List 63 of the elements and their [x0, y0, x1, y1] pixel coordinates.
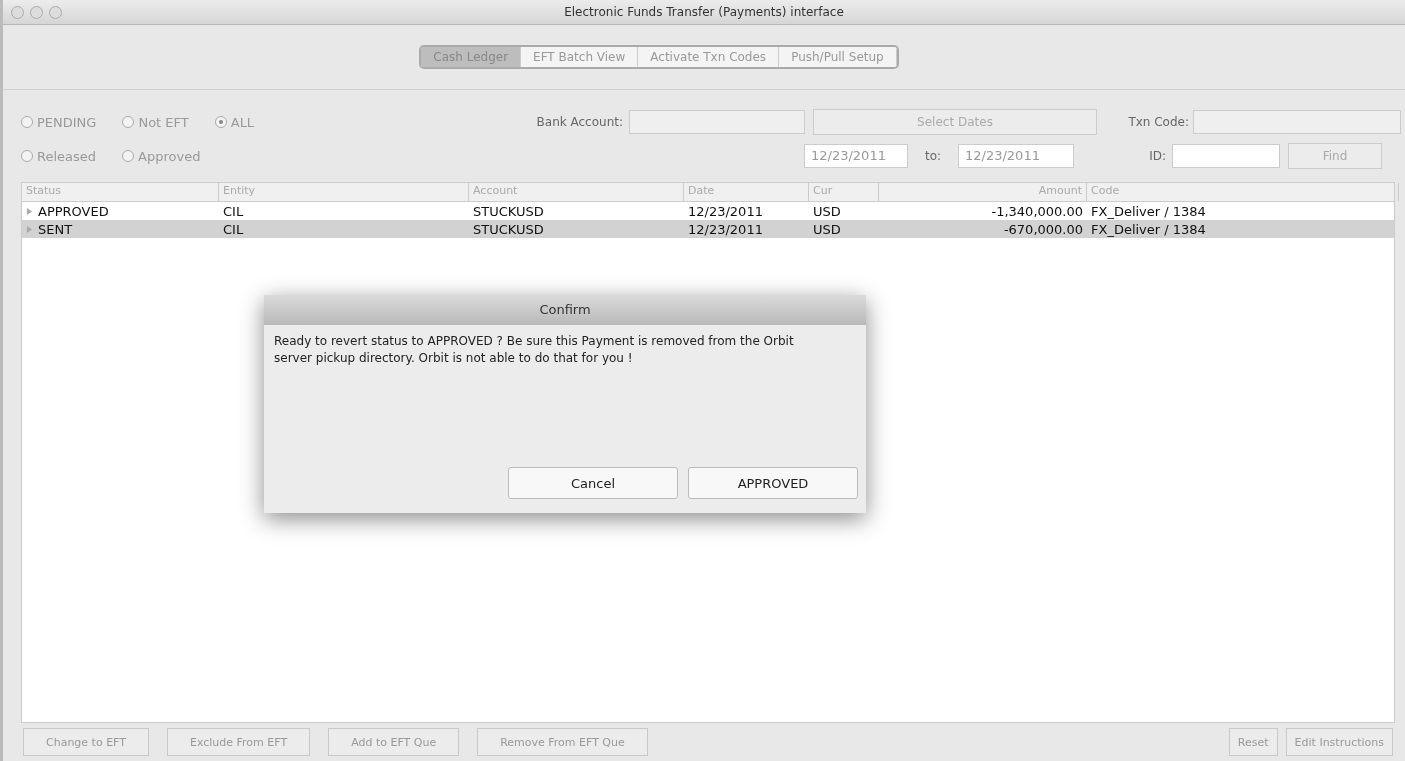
dialog-title: Confirm — [264, 295, 866, 325]
find-button[interactable]: Find — [1288, 143, 1382, 169]
radio-icon[interactable] — [21, 116, 33, 128]
action-button[interactable]: Reset — [1228, 728, 1278, 756]
radio-icon[interactable] — [122, 116, 135, 128]
table-cell: USD — [813, 203, 841, 219]
dialog-button[interactable]: Cancel — [508, 467, 678, 499]
disclosure-triangle-icon[interactable] — [26, 225, 33, 233]
radio-button[interactable]: Approved — [122, 148, 201, 164]
window-title: Electronic Funds Transfer (Payments) interface — [564, 5, 844, 19]
table-cell: FX_Deliver / 1384 — [1091, 221, 1206, 237]
dialog-message: Ready to revert status to APPROVED ? Be sure this Payment is removed from the Orbit server pickup directory. Orbit is not able to do that for you ! — [274, 333, 794, 367]
action-button[interactable]: Exclude From EFT — [166, 728, 311, 756]
table-cell: APPROVED — [38, 203, 109, 219]
tab[interactable]: Activate Txn Codes — [638, 47, 780, 67]
date-field[interactable]: 12/23/2011 — [958, 144, 1074, 168]
table-cell: FX_Deliver / 1384 — [1091, 203, 1206, 219]
table-cell: STUCKUSD — [473, 221, 544, 237]
window-control-icon[interactable] — [11, 5, 24, 19]
table-row[interactable]: APPROVED CIL STUCKUSD 12/23/2011 USD -1,340,000.00 FX_Deliver / 1384 — [22, 202, 1394, 220]
disclosure-triangle-icon[interactable] — [26, 207, 33, 215]
field-label: ID: — [1148, 149, 1166, 163]
field-label: to: — [923, 149, 943, 163]
column-header[interactable]: Date — [684, 183, 809, 201]
column-header[interactable]: Code — [1087, 183, 1399, 201]
radio-button[interactable]: Not EFT — [122, 114, 189, 130]
field-label: Bank Account: — [535, 115, 623, 129]
window-control-icon[interactable] — [30, 5, 43, 19]
table-cell: 12/23/2011 — [688, 221, 763, 237]
field-label: Txn Code: — [1127, 115, 1189, 129]
table-cell: CIL — [223, 203, 244, 219]
table-row[interactable]: SENT CIL STUCKUSD 12/23/2011 USD -670,000.00 FX_Deliver / 1384 — [22, 220, 1394, 238]
column-header[interactable]: Amount — [879, 183, 1087, 201]
table-cell: -1,340,000.00 — [991, 203, 1083, 219]
table-cell: -670,000.00 — [1003, 221, 1083, 237]
table-cell: SENT — [38, 221, 73, 237]
table-cell: USD — [813, 221, 841, 237]
column-header[interactable]: Entity — [219, 183, 469, 201]
radio-icon[interactable] — [122, 150, 135, 162]
action-button[interactable]: Add to EFT Que — [328, 728, 460, 756]
input-field[interactable] — [629, 110, 805, 134]
tab[interactable]: EFT Batch View — [521, 47, 639, 67]
radio-button[interactable]: Released — [21, 148, 97, 164]
radio-icon[interactable] — [21, 150, 33, 162]
column-header[interactable]: Account — [469, 183, 684, 201]
select-dates-button[interactable]: Select Dates — [813, 109, 1097, 135]
dialog-button[interactable]: APPROVED — [688, 467, 858, 499]
radio-button[interactable]: PENDING — [21, 114, 97, 130]
window-control-icon[interactable] — [49, 5, 62, 19]
date-field[interactable]: 12/23/2011 — [804, 144, 908, 168]
action-button[interactable]: Edit Instructions — [1285, 728, 1393, 756]
column-header[interactable]: Cur — [809, 183, 879, 201]
tab[interactable]: Push/Pull Setup — [779, 47, 897, 67]
column-header[interactable]: Status — [22, 183, 219, 201]
table-cell: 12/23/2011 — [688, 203, 763, 219]
input-field[interactable] — [1172, 144, 1280, 168]
table-cell: STUCKUSD — [473, 203, 544, 219]
action-button[interactable]: Remove From EFT Que — [477, 728, 648, 756]
radio-button[interactable]: ALL — [214, 114, 255, 130]
radio-icon[interactable] — [214, 116, 227, 128]
table-cell: CIL — [223, 221, 244, 237]
action-button[interactable]: Change to EFT — [23, 728, 149, 756]
input-field[interactable] — [1193, 110, 1401, 134]
